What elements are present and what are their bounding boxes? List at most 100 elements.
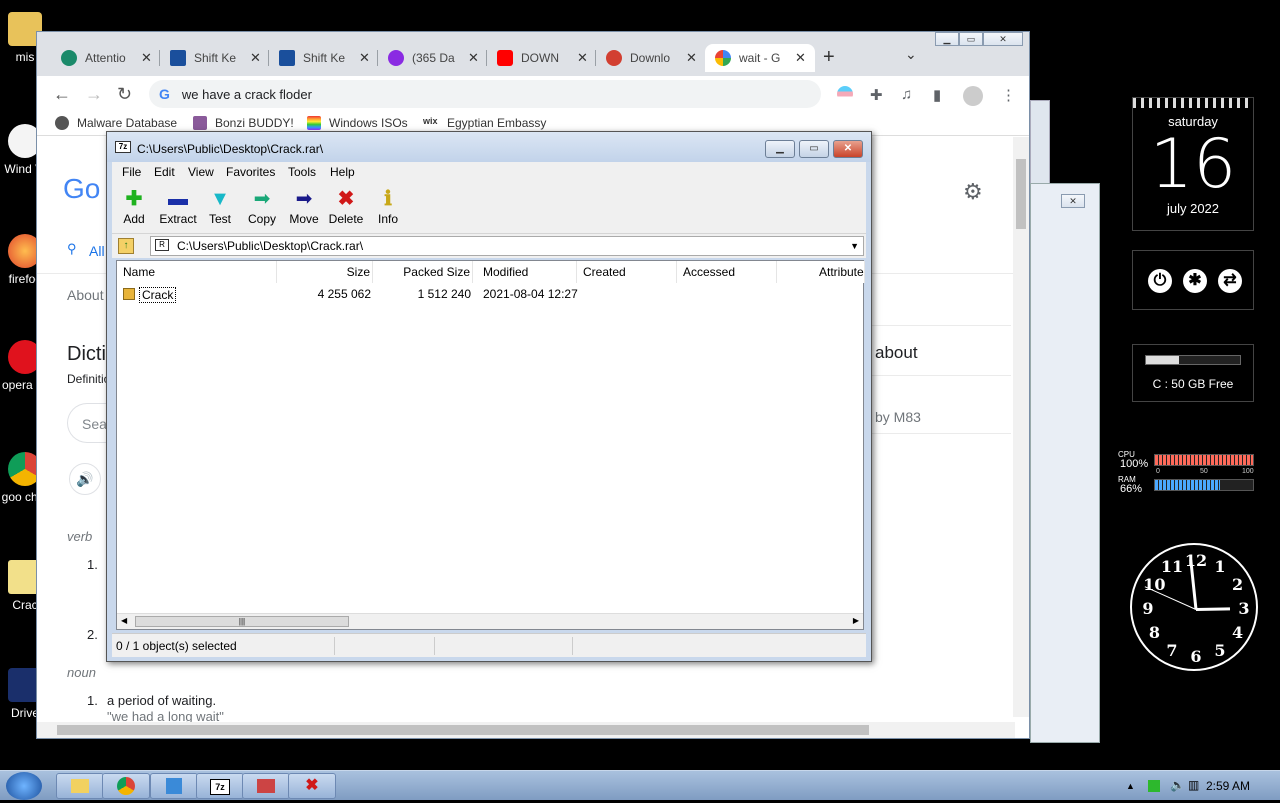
taskbar-chrome[interactable] bbox=[102, 773, 150, 799]
menu-help[interactable]: Help bbox=[330, 165, 355, 179]
tab-shift-key-1[interactable]: Shift Ke ✕ bbox=[160, 44, 268, 72]
column-packed-size[interactable]: Packed Size bbox=[373, 261, 473, 283]
column-size[interactable]: Size bbox=[277, 261, 373, 283]
disk-free-text: C : 50 GB Free bbox=[1152, 377, 1234, 391]
tab-wait-google[interactable]: wait - G ✕ bbox=[705, 44, 815, 72]
restart-icon[interactable]: ✱ bbox=[1183, 269, 1207, 293]
vertical-scrollbar[interactable] bbox=[1013, 137, 1029, 717]
power-gadget: ⏻ ✱ ⇄ bbox=[1132, 250, 1254, 310]
chevron-down-icon[interactable]: ▼ bbox=[850, 237, 859, 255]
bookmark-egyptian-embassy[interactable]: wix Egyptian Embassy bbox=[423, 116, 546, 130]
close-icon[interactable]: ✕ bbox=[141, 50, 152, 66]
file-list[interactable]: Name Size Packed Size Modified Created A… bbox=[116, 260, 865, 630]
taskbar-app[interactable] bbox=[150, 773, 198, 799]
column-attributes[interactable]: Attribute bbox=[777, 261, 865, 283]
extensions-icon[interactable]: ✚ bbox=[870, 86, 883, 104]
menu-file[interactable]: File bbox=[122, 165, 141, 179]
speaker-icon[interactable]: 🔊 bbox=[69, 463, 101, 495]
scroll-thumb[interactable] bbox=[57, 725, 869, 735]
menu-tools[interactable]: Tools bbox=[288, 165, 316, 179]
clock-gadget[interactable]: 12 1 2 3 4 5 6 7 8 9 10 11 bbox=[1130, 543, 1258, 671]
close-icon[interactable]: ✕ bbox=[468, 50, 479, 66]
bookmark-malware-database[interactable]: Malware Database bbox=[55, 116, 177, 130]
calendar-gadget[interactable]: saturday 16 july 2022 bbox=[1132, 97, 1254, 231]
menu-icon[interactable]: ⋮ bbox=[1001, 86, 1016, 104]
profile-flag-icon[interactable] bbox=[837, 86, 853, 102]
settings-gear-icon[interactable]: ⚙ bbox=[963, 179, 983, 205]
7zip-window[interactable]: 7z C:\Users\Public\Desktop\Crack.rar\ ▁ … bbox=[106, 131, 872, 662]
add-button[interactable]: ✚ Add bbox=[112, 186, 156, 226]
address-bar-text[interactable]: we have a crack floder bbox=[182, 87, 312, 102]
horizontal-scrollbar[interactable] bbox=[37, 722, 1015, 738]
close-icon[interactable]: ✕ bbox=[577, 50, 588, 66]
column-accessed[interactable]: Accessed bbox=[677, 261, 777, 283]
extract-button[interactable]: ▬ Extract bbox=[156, 186, 200, 226]
tab-youtube[interactable]: DOWN ✕ bbox=[487, 44, 595, 72]
column-modified[interactable]: Modified bbox=[473, 261, 577, 283]
address-bar[interactable]: G we have a crack floder bbox=[149, 80, 821, 108]
network-icon[interactable] bbox=[1148, 780, 1160, 792]
file-name[interactable]: Crack bbox=[139, 287, 177, 303]
scroll-left-icon[interactable]: ◀ bbox=[121, 616, 127, 625]
power-icon[interactable]: ⏻ bbox=[1148, 269, 1172, 293]
taskbar-app-2[interactable] bbox=[242, 773, 290, 799]
minimize-button[interactable]: ▁ bbox=[935, 32, 959, 46]
path-combobox[interactable]: R C:\Users\Public\Desktop\Crack.rar\ ▼ bbox=[150, 236, 864, 256]
test-button[interactable]: ▼ Test bbox=[198, 186, 242, 226]
tab-all[interactable]: All bbox=[89, 243, 105, 259]
tab-365-days[interactable]: (365 Da ✕ bbox=[378, 44, 486, 72]
column-name[interactable]: Name bbox=[117, 261, 277, 283]
close-button[interactable]: ✕ bbox=[983, 32, 1023, 46]
tab-shift-key-2[interactable]: Shift Ke ✕ bbox=[269, 44, 377, 72]
media-control-icon[interactable]: ♫ bbox=[901, 86, 912, 103]
close-icon[interactable]: ✕ bbox=[1061, 194, 1085, 208]
reload-icon[interactable]: ↻ bbox=[117, 84, 132, 105]
bookmark-bonzi-buddy[interactable]: Bonzi BUDDY! bbox=[193, 116, 294, 130]
close-icon[interactable]: ✕ bbox=[795, 50, 806, 66]
up-folder-icon[interactable]: ↑ bbox=[118, 238, 134, 254]
column-created[interactable]: Created bbox=[577, 261, 677, 283]
info-button[interactable]: ℹ Info bbox=[366, 186, 410, 226]
taskbar-clock[interactable]: 2:59 AM bbox=[1206, 779, 1250, 793]
bookmark-windows-isos[interactable]: Windows ISOs bbox=[307, 116, 408, 130]
background-window[interactable]: ✕ bbox=[1030, 183, 1100, 743]
taskbar-explorer[interactable] bbox=[56, 773, 104, 799]
delete-button[interactable]: ✖ Delete bbox=[324, 186, 368, 226]
start-button[interactable] bbox=[6, 772, 42, 800]
avatar[interactable] bbox=[963, 86, 983, 106]
close-icon[interactable]: ✕ bbox=[359, 50, 370, 66]
show-hidden-icons-icon[interactable]: ▲ bbox=[1126, 781, 1135, 791]
back-icon[interactable]: ← bbox=[53, 84, 71, 105]
menu-favorites[interactable]: Favorites bbox=[226, 165, 275, 179]
scroll-right-icon[interactable]: ▶ bbox=[853, 616, 859, 625]
taskbar-app-3[interactable]: ✖ bbox=[288, 773, 336, 799]
side-panel-icon[interactable]: ▮ bbox=[933, 86, 941, 104]
scroll-thumb[interactable] bbox=[1016, 159, 1026, 229]
copy-button[interactable]: ➡ Copy bbox=[240, 186, 284, 226]
scroll-thumb[interactable]: ||| bbox=[135, 616, 349, 627]
volume-icon[interactable]: 🔈 bbox=[1170, 778, 1185, 792]
move-button[interactable]: ➡ Move bbox=[282, 186, 326, 226]
minimize-button[interactable]: ▁ bbox=[765, 140, 795, 158]
clock-numeral: 7 bbox=[1166, 640, 1178, 660]
tab-attention[interactable]: Attentio ✕ bbox=[51, 44, 159, 72]
forward-icon[interactable]: → bbox=[85, 84, 103, 105]
horizontal-scrollbar[interactable]: ◀ ||| ▶ bbox=[117, 613, 863, 629]
window-titlebar[interactable]: 7z C:\Users\Public\Desktop\Crack.rar\ ▁ … bbox=[107, 132, 871, 162]
close-button[interactable]: ✕ bbox=[833, 140, 863, 158]
new-tab-button[interactable]: + bbox=[823, 46, 835, 69]
google-logo[interactable]: Go bbox=[63, 173, 100, 205]
close-icon[interactable]: ✕ bbox=[250, 50, 261, 66]
taskbar-7zip[interactable]: 7z bbox=[196, 773, 244, 799]
tab-search-button[interactable]: ⌄ bbox=[905, 46, 917, 63]
about-heading[interactable]: about bbox=[875, 343, 918, 363]
tray-app-icon[interactable]: ▥ bbox=[1188, 778, 1199, 792]
byline[interactable]: by M83 bbox=[875, 409, 921, 425]
menu-edit[interactable]: Edit bbox=[154, 165, 175, 179]
maximize-button[interactable]: ▭ bbox=[799, 140, 829, 158]
menu-view[interactable]: View bbox=[188, 165, 214, 179]
maximize-button[interactable]: ▭ bbox=[959, 32, 983, 46]
switch-user-icon[interactable]: ⇄ bbox=[1218, 269, 1242, 293]
tab-download[interactable]: Downlo ✕ bbox=[596, 44, 704, 72]
close-icon[interactable]: ✕ bbox=[686, 50, 697, 66]
